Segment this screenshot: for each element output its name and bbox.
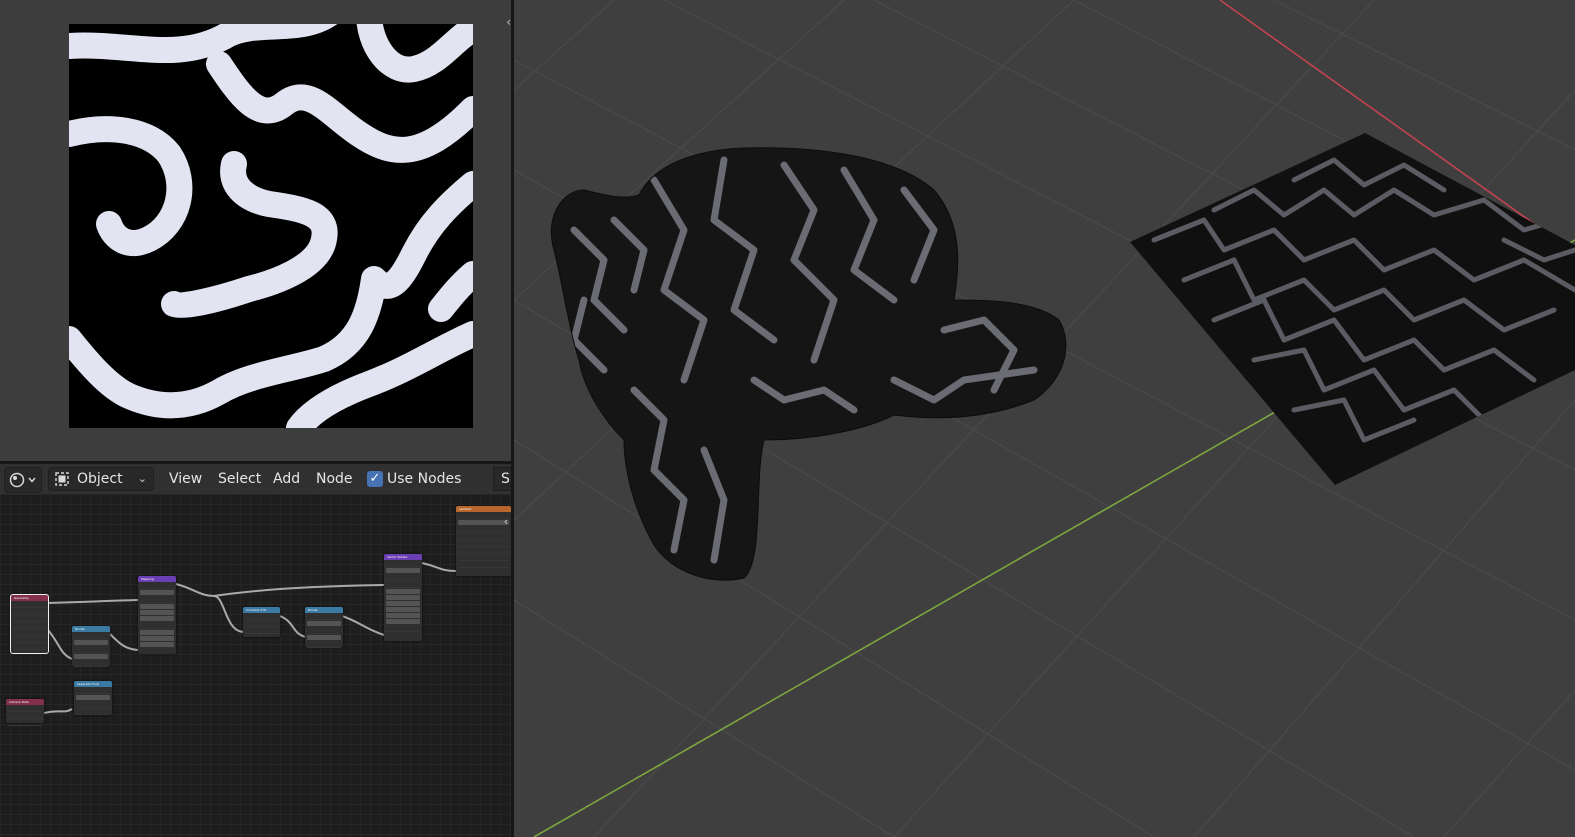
node-editor-icon (9, 472, 36, 488)
node-divide-2[interactable]: Divide (305, 607, 343, 648)
left-area: ‹› Object ⌄ View Select Add Node ✓ Use N… (0, 0, 516, 837)
chevron-down-icon: ⌄ (137, 472, 147, 485)
shader-type-select[interactable]: Object ⌄ (48, 467, 154, 491)
node-camera-data[interactable]: Camera Data (6, 699, 44, 726)
use-nodes-label: Use Nodes (387, 471, 462, 487)
slot-dropdown[interactable]: S (493, 467, 511, 491)
node-geometry[interactable]: Geometry (10, 594, 49, 654)
menu-view[interactable]: View (169, 467, 202, 491)
image-editor-area[interactable]: ‹› (0, 0, 516, 461)
object-icon (55, 472, 69, 486)
use-nodes-toggle[interactable]: ✓ Use Nodes (367, 467, 461, 491)
node-editor-canvas[interactable]: Geometry Mapping Divide Separate Float C… (0, 494, 511, 837)
shader-type-label: Object (77, 471, 123, 487)
menu-node[interactable]: Node (316, 467, 353, 491)
node-editor-header: Object ⌄ View Select Add Node ✓ Use Node… (0, 464, 511, 494)
sidebar-toggle-icon[interactable]: ‹ (501, 515, 511, 529)
editor-type-button[interactable] (4, 467, 42, 493)
texture-preview-image[interactable] (56, 1, 486, 441)
checkbox-checked-icon[interactable]: ✓ (367, 471, 383, 487)
menu-select[interactable]: Select (218, 467, 261, 491)
node-mapping[interactable]: Mapping (138, 576, 176, 654)
node-separate-float[interactable]: Separate Float (74, 681, 112, 715)
viewport-scene (514, 0, 1575, 837)
3d-viewport[interactable]: ‹ (514, 0, 1575, 837)
node-divide[interactable]: Divide (72, 626, 110, 667)
node-vector-rotate[interactable]: Vector Rotate (384, 554, 422, 641)
menu-add[interactable]: Add (273, 467, 300, 491)
node-combine-xyz[interactable]: Combine XYZ (243, 607, 280, 637)
